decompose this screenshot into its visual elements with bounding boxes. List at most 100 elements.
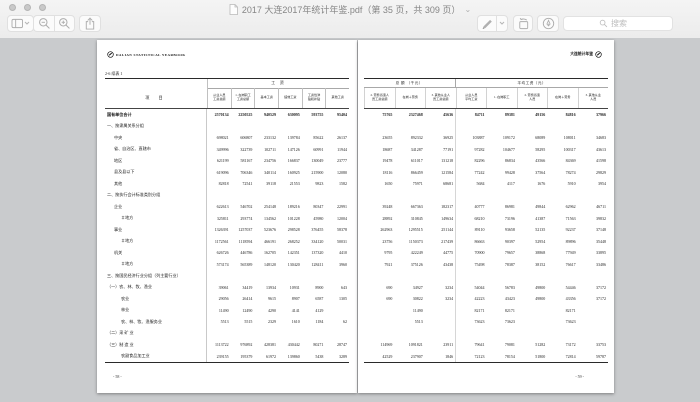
table-cell: 78387 — [487, 262, 517, 267]
table-cell: 37966 — [578, 112, 608, 117]
zoom-window-button[interactable] — [39, 4, 46, 11]
table-row: 5513736237362373623 — [364, 316, 608, 328]
table-row: 6903492732345404456783498005444637172 — [364, 282, 608, 294]
table-row: 1811686645912158477242994283756478274298… — [364, 167, 608, 179]
table-cell: 1676 — [517, 181, 547, 186]
table-cell: 34927 — [394, 285, 424, 290]
markup-pen-button[interactable] — [477, 15, 496, 32]
table-cell: 68681 — [425, 181, 455, 186]
row-label: 国有单位合计 — [105, 109, 207, 121]
table-row: 省、自治区、直辖市3499963227391027111471266099111… — [105, 144, 349, 156]
table-cell: 523676 — [254, 227, 278, 232]
row-label: （一）农、林、牧、渔业 — [105, 282, 207, 294]
table-cell: 43423 — [487, 296, 517, 301]
table-cell: 428381 — [254, 342, 278, 347]
table-cell: 5515 — [231, 319, 255, 324]
zoom-in-button[interactable] — [54, 15, 75, 32]
title-chevron-icon[interactable]: ⌄ — [464, 5, 471, 14]
minimize-button[interactable] — [24, 4, 31, 11]
table-row: 7921375126434387549878387381527661733486 — [364, 259, 608, 271]
search-field[interactable] — [563, 16, 673, 31]
table-cell: 1610 — [278, 319, 302, 324]
table-cell: 2250525 — [231, 112, 255, 117]
pdf-doc-icon — [229, 4, 238, 15]
table-cell: 1582 — [325, 181, 349, 186]
markup-toolbar-button[interactable] — [537, 15, 559, 32]
markup-pen-dropdown[interactable] — [496, 15, 508, 32]
share-button[interactable] — [79, 15, 101, 32]
table-cell: 77191 — [425, 147, 455, 152]
row-label: 地区 — [105, 155, 207, 167]
table-row: 中央6980216068072331321397848562226137 — [105, 132, 349, 144]
chevron-down-icon — [499, 21, 505, 26]
column-header: 3. 其他从业人 员工资总额 — [425, 88, 456, 108]
table-cell: 82171 — [547, 308, 577, 313]
table-cell: 82296 — [455, 155, 486, 167]
search-input[interactable] — [611, 19, 637, 28]
column-header: 2. 劳务派遣 人员 — [517, 88, 548, 108]
table-cell: 215900 — [302, 170, 326, 175]
table-cell: 5513 — [207, 319, 231, 324]
table-row: 1650759716868156844117167659103954 — [364, 178, 608, 190]
rotate-button[interactable] — [513, 15, 533, 32]
row-label: 一、按隶属关系分组 — [105, 121, 207, 133]
close-button[interactable] — [9, 4, 16, 11]
table-cell: 581167 — [231, 158, 255, 163]
table-cell: 100317 — [547, 147, 577, 152]
page-number-left: - 58 - — [113, 374, 122, 379]
table-cell: 626726 — [207, 250, 231, 255]
table-row: 11490821718217182171 — [364, 305, 608, 317]
table-cell: 37564 — [517, 170, 547, 175]
table-cell: 690 — [364, 296, 394, 301]
table-cell: 39061 — [207, 285, 231, 290]
column-header: 在岗＋劳务 — [395, 88, 426, 108]
table-cell: 84816 — [547, 112, 577, 117]
zoom-out-button[interactable] — [33, 15, 54, 32]
row-label: ＃地方 — [105, 236, 207, 248]
table-cell: 62 — [325, 319, 349, 324]
table-cell: 42529 — [364, 354, 394, 359]
table-cell: 690 — [364, 285, 394, 290]
table-cell: 121584 — [425, 170, 455, 175]
share-icon — [84, 17, 96, 30]
table-cell: 23655 — [364, 135, 394, 140]
table-cell: 9615 — [254, 296, 278, 301]
table-cell: 49800 — [517, 296, 547, 301]
table-cell: 51282 — [517, 342, 547, 347]
table-cell: 21553 — [278, 181, 302, 186]
table-cell: 4129 — [302, 308, 326, 313]
table-row: 一、按隶属关系分组 — [105, 121, 349, 133]
sidebar-button[interactable] — [7, 15, 34, 32]
row-label: 农业 — [105, 293, 207, 305]
table-cell: 79657 — [487, 250, 517, 255]
row-label: 县及县以下 — [105, 167, 207, 179]
table-row: 农业29056264149615890765871305 — [105, 293, 349, 305]
table-cell: 1257037 — [231, 227, 255, 232]
table-cell: 85622 — [302, 135, 326, 140]
column-header: 基本工资 — [254, 88, 278, 108]
table-row: （三）制 造 业11137229768924283814304428027128… — [105, 339, 349, 351]
table-cell: 72814 — [547, 354, 577, 359]
table-row: 2889231084514963468210731964138771563398… — [364, 213, 608, 225]
table-row: 2375611503732174398666390397529548989635… — [364, 236, 608, 248]
row-label: 企业 — [105, 201, 207, 213]
table-cell: 90397 — [487, 239, 517, 244]
table-cell: 466191 — [254, 239, 278, 244]
table-cell: 22991 — [325, 204, 349, 209]
table-cell: 866459 — [394, 170, 424, 175]
table-cell — [455, 121, 486, 133]
table-row: 机关6267264467861627051423511373204410 — [105, 247, 349, 259]
table-cell: 62962 — [547, 204, 577, 209]
table-body-right: 7576523274684563684711893814915684816379… — [364, 109, 608, 362]
group-header-average: 平均工资（元） — [456, 79, 609, 88]
table-cell: 349996 — [207, 147, 231, 152]
table-cell: 82818 — [207, 181, 231, 186]
row-label: 机关 — [105, 247, 207, 259]
table-row: 6903082232344222343423498004335637172 — [364, 293, 608, 305]
table-cell: 593755 — [302, 112, 326, 117]
table-row: 1947861101713121882296868344356684369415… — [364, 155, 608, 167]
table-cell: 82171 — [455, 305, 486, 317]
table-cell: 38868 — [517, 250, 547, 255]
table-cell: 34419 — [231, 285, 255, 290]
table-cell: 622613 — [207, 204, 231, 209]
